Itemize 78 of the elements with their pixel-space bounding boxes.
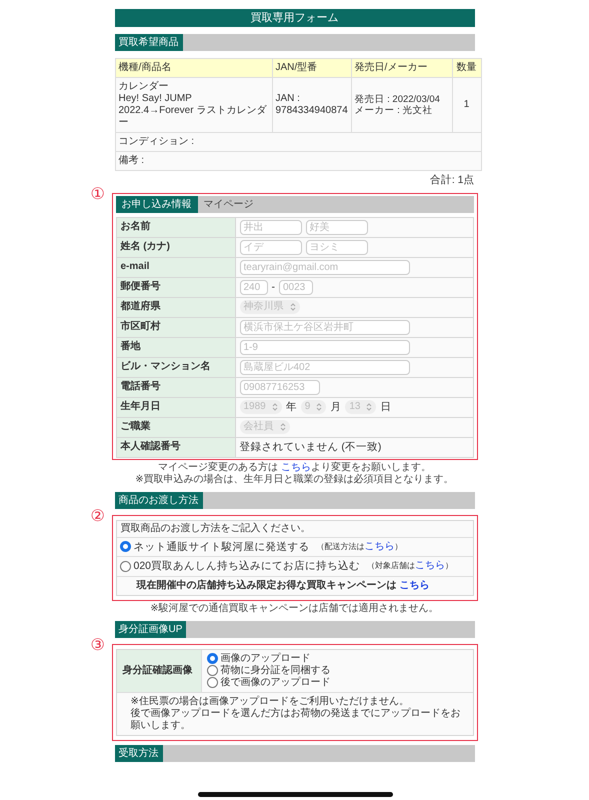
radio-button[interactable] <box>206 677 218 688</box>
text-field[interactable]: ヨシミ <box>306 240 368 255</box>
field-label: 身分証確認画像 <box>122 664 192 677</box>
section-heading: 身分証画像UP <box>114 620 186 638</box>
option-label[interactable]: 020買取あんしん持ち込みにてお店に持ち込む <box>134 560 360 573</box>
field-label: e-mail <box>120 261 150 272</box>
updown-icon <box>316 403 322 412</box>
total-text: 合計: 1点 <box>430 174 474 186</box>
column-header: 数量 <box>452 58 481 78</box>
table-cell: 1 <box>464 99 470 111</box>
note-text: ※住民票の場合は画像アップロードをご利用いただけません。 <box>130 696 410 708</box>
hint-text: （対象店舗はこちら） <box>367 560 454 572</box>
link[interactable]: こちら <box>415 560 446 572</box>
text-field[interactable]: 島蔵屋ビル402 <box>240 360 410 375</box>
prompt-text: 買取商品のお渡し方法をご記入ください。 <box>120 522 310 534</box>
updown-icon <box>280 423 286 432</box>
radio-button[interactable] <box>120 560 130 572</box>
table-cell: コンディション : <box>118 136 194 147</box>
column-header: 発売日/メーカー <box>351 58 452 78</box>
field-label: 姓名 (カナ) <box>120 241 170 252</box>
form-title: 買取専用フォーム <box>114 9 474 27</box>
field-text: 月 <box>330 400 342 414</box>
text-field[interactable]: 好美 <box>306 220 368 235</box>
text-field[interactable]: 1-9 <box>240 340 410 355</box>
option-label[interactable]: 画像のアップロード <box>220 652 310 665</box>
section-heading: 受取方法 <box>114 744 162 762</box>
field-label: 電話番号 <box>120 381 160 392</box>
radio-button[interactable] <box>206 665 218 676</box>
note-text: マイページ変更のある方は こちら より変更をお願いします。 <box>157 462 432 474</box>
table-cell: 発売日 : 2022/03/04 メーカー : 光文社 <box>354 94 440 116</box>
field-label: 生年月日 <box>120 401 160 412</box>
table-cell: JAN : 9784334940874 <box>276 93 348 117</box>
annotation-number: ③ <box>90 636 105 655</box>
option-label[interactable]: ネット通販サイト駿河屋に発送する <box>134 540 310 554</box>
field-label: 都道府県 <box>120 301 160 312</box>
annotation-number: ② <box>90 508 105 526</box>
column-header: 機種/商品名 <box>115 58 272 78</box>
tab[interactable]: お申し込み情報 <box>116 196 198 213</box>
field-text: - <box>272 280 275 294</box>
field-label: 番地 <box>120 341 140 352</box>
note-text: ※駿河屋での通信買取キャンペーンは店舗では適用されません。 <box>149 602 440 615</box>
section-heading: 商品のお渡し方法 <box>114 492 202 509</box>
annotation-number: ① <box>90 186 105 204</box>
column-header: JAN/型番 <box>272 58 351 78</box>
radio-button[interactable] <box>206 653 218 664</box>
option-label[interactable]: 後で画像のアップロード <box>220 676 330 689</box>
section-heading: 買取希望商品 <box>114 34 182 51</box>
table-cell: 備考 : <box>118 155 144 166</box>
text-field[interactable]: 09087716253 <box>240 380 320 395</box>
link[interactable]: こちら <box>399 580 430 591</box>
updown-icon <box>272 403 278 412</box>
hint-text: （配送方法はこちら） <box>316 540 402 553</box>
tab[interactable]: マイページ <box>198 196 260 213</box>
radio-button[interactable] <box>120 541 130 552</box>
field-label: 本人確認番号 <box>120 441 180 452</box>
field-label: ビル・マンション名 <box>120 361 210 372</box>
option-label[interactable]: 荷物に身分証を同梱する <box>220 664 330 677</box>
text-field[interactable]: 0023 <box>279 280 313 295</box>
text-field[interactable]: 240 <box>240 280 268 295</box>
note-text: 後で画像アップロードを選んだ方はお荷物の発送までにアップロードをお願いします。 <box>130 708 462 732</box>
link[interactable]: こちら <box>364 540 394 552</box>
field-label: 郵便番号 <box>120 281 160 292</box>
note-text: ※買取申込みの場合は、生年月日と職業の登録は必須項目となります。 <box>134 474 455 486</box>
field-label: お名前 <box>120 221 150 232</box>
updown-icon <box>366 403 372 412</box>
text-field[interactable]: tearyrain@gmail.com <box>240 260 410 275</box>
field-text: 年 <box>286 400 297 414</box>
field-label: 市区町村 <box>120 321 160 332</box>
field-text: 登録されていません (不一致) <box>240 440 382 454</box>
link[interactable]: こちら <box>280 462 311 473</box>
table-cell-text: カレンダー Hey! Say! JUMP 2022.4→Forever ラストカレンダー <box>118 81 268 129</box>
text-field[interactable]: 横浜市保土ケ谷区岩井町 <box>240 320 410 335</box>
text-field[interactable]: 井出 <box>240 220 302 235</box>
field-label: ご職業 <box>120 421 150 432</box>
campaign-text: 現在開催中の店舗持ち込み限定お得な買取キャンペーンは こちら <box>135 578 430 593</box>
updown-icon <box>290 303 296 312</box>
text-field[interactable]: イデ <box>240 240 302 255</box>
field-text: 日 <box>380 400 392 414</box>
